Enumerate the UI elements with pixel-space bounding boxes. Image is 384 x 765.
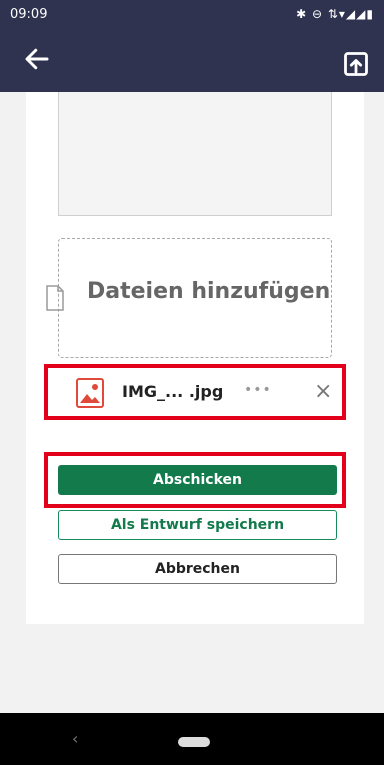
arrow-left-icon[interactable] (22, 44, 52, 74)
image-file-icon (76, 378, 104, 408)
cancel-button[interactable]: Abbrechen (58, 554, 337, 584)
status-time: 09:09 (10, 6, 48, 22)
dropzone-label: Dateien hinzufügen (87, 279, 331, 304)
nav-back-icon[interactable]: ‹ (72, 729, 78, 748)
share-box-icon[interactable] (342, 50, 370, 78)
nav-home-pill[interactable] (178, 737, 210, 747)
attachment-file-name: IMG_... .jpg (122, 382, 224, 401)
attachment-row: IMG_... .jpg ••• × (44, 364, 346, 420)
file-dropzone[interactable]: Dateien hinzufügen (46, 238, 332, 358)
message-textarea[interactable] (58, 92, 332, 216)
app-bar (0, 28, 384, 92)
form-card: Dateien hinzufügen IMG_... .jpg ••• × Ab… (26, 92, 364, 624)
more-options-icon[interactable]: ••• (244, 382, 272, 398)
save-draft-button[interactable]: Als Entwurf speichern (58, 510, 337, 540)
status-icons: ✱ ⊖ ⇅▾◢◢▮ (296, 7, 374, 21)
status-bar: 09:09 ✱ ⊖ ⇅▾◢◢▮ (0, 0, 384, 28)
submit-button[interactable]: Abschicken (58, 465, 337, 495)
file-icon (46, 285, 64, 311)
content-area: Dateien hinzufügen IMG_... .jpg ••• × Ab… (0, 92, 384, 713)
system-nav-bar: ‹ (0, 713, 384, 765)
remove-attachment-icon[interactable]: × (314, 379, 332, 404)
